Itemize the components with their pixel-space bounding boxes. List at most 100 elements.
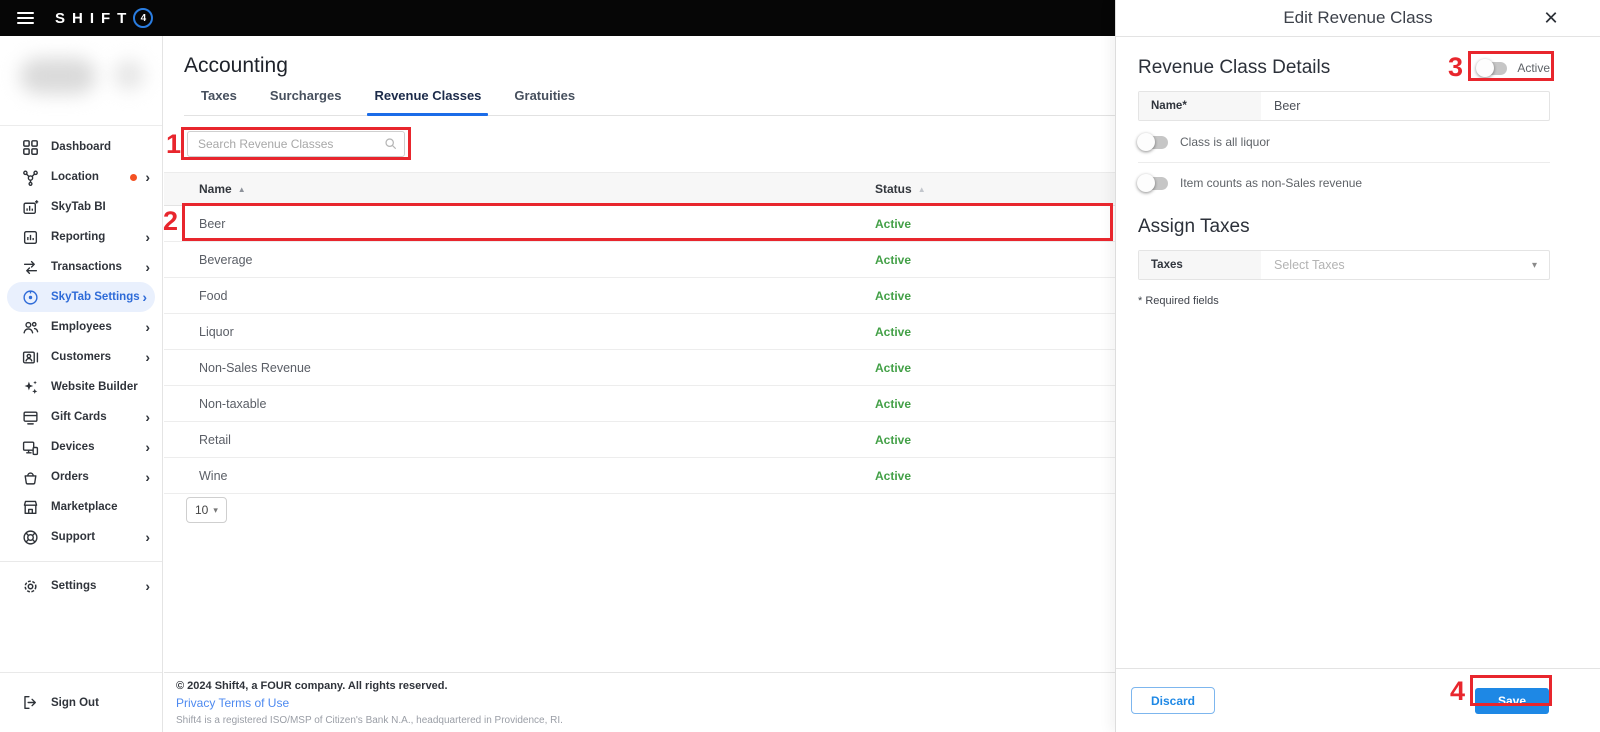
table-header-row: Name ▲ Status ▲ bbox=[164, 172, 1115, 206]
dashboard-icon bbox=[22, 139, 39, 156]
sidebar-item-orders[interactable]: Orders › bbox=[0, 462, 162, 492]
revenue-classes-table: Name ▲ Status ▲ Beer Active Beverage Active… bbox=[164, 172, 1115, 494]
privacy-terms-link[interactable]: Privacy Terms of Use bbox=[176, 696, 289, 710]
sidebar-item-skytab-settings[interactable]: SkyTab Settings › bbox=[7, 282, 155, 312]
non-sales-toggle-row: Item counts as non-Sales revenue bbox=[1137, 174, 1550, 192]
status-badge: Active bbox=[875, 468, 912, 483]
discard-button[interactable]: Discard bbox=[1131, 687, 1215, 714]
name-field-input[interactable] bbox=[1261, 92, 1549, 120]
sidebar-item-label: Transactions bbox=[51, 261, 122, 273]
sign-out-icon bbox=[22, 694, 39, 711]
sidebar-item-skytab-bi[interactable]: SkyTab BI bbox=[0, 192, 162, 222]
sidebar-item-sign-out[interactable]: Sign Out bbox=[0, 672, 162, 732]
website-builder-icon bbox=[22, 379, 39, 396]
sidebar-item-support[interactable]: Support › bbox=[0, 522, 162, 552]
active-toggle[interactable] bbox=[1476, 59, 1508, 77]
sidebar-item-location[interactable]: Location › bbox=[0, 162, 162, 192]
close-icon[interactable]: × bbox=[1544, 6, 1558, 30]
column-header-name-label: Name bbox=[199, 182, 232, 196]
sidebar-item-transactions[interactable]: Transactions › bbox=[0, 252, 162, 282]
cell-name: Retail bbox=[199, 432, 231, 447]
sidebar-item-website-builder[interactable]: Website Builder bbox=[0, 372, 162, 402]
class-is-all-liquor-toggle[interactable] bbox=[1137, 133, 1168, 151]
chevron-down-icon: ▾ bbox=[1531, 259, 1537, 271]
sidebar-item-label: Settings bbox=[51, 580, 97, 592]
page-size-select[interactable]: 10 ▾ bbox=[186, 497, 227, 523]
table-row-non-taxable[interactable]: Non-taxable Active bbox=[164, 386, 1115, 422]
status-badge: Active bbox=[875, 360, 912, 375]
hamburger-menu-icon[interactable] bbox=[17, 9, 34, 27]
page-title: Accounting bbox=[184, 54, 288, 77]
copyright-text: © 2024 Shift4, a FOUR company. All right… bbox=[176, 680, 448, 692]
sidebar-item-devices[interactable]: Devices › bbox=[0, 432, 162, 462]
column-header-status-label: Status bbox=[875, 182, 912, 196]
table-row-wine[interactable]: Wine Active bbox=[164, 458, 1115, 494]
required-fields-note: * Required fields bbox=[1138, 295, 1219, 307]
sidebar-item-dashboard[interactable]: Dashboard bbox=[0, 132, 162, 162]
table-row-liquor[interactable]: Liquor Active bbox=[164, 314, 1115, 350]
tab-surcharges[interactable]: Surcharges bbox=[270, 88, 342, 115]
merchant-profile-area bbox=[0, 36, 162, 126]
sidebar-item-employees[interactable]: Employees › bbox=[0, 312, 162, 342]
tab-taxes[interactable]: Taxes bbox=[201, 88, 237, 115]
sidebar-item-label: Website Builder bbox=[51, 381, 138, 393]
sidebar-item-label: Employees bbox=[51, 321, 112, 333]
active-toggle-label: Active bbox=[1517, 61, 1550, 75]
chevron-right-icon: › bbox=[145, 409, 150, 425]
liquor-toggle-row: Class is all liquor bbox=[1137, 133, 1550, 151]
chevron-right-icon: › bbox=[145, 349, 150, 365]
name-field-label: Name* bbox=[1139, 92, 1261, 120]
cell-name: Beverage bbox=[199, 252, 253, 267]
settings-icon bbox=[22, 578, 39, 595]
page-size-value: 10 bbox=[195, 503, 209, 517]
column-header-status[interactable]: Status ▲ bbox=[875, 182, 1115, 196]
sidebar-item-marketplace[interactable]: Marketplace bbox=[0, 492, 162, 522]
transactions-icon bbox=[22, 259, 39, 276]
chevron-right-icon: › bbox=[145, 439, 150, 455]
non-sales-toggle-label: Item counts as non-Sales revenue bbox=[1180, 176, 1363, 190]
redacted-avatar bbox=[114, 60, 144, 90]
non-sales-revenue-toggle[interactable] bbox=[1137, 174, 1168, 192]
taxes-field-label: Taxes bbox=[1139, 251, 1261, 279]
tab-revenue-classes[interactable]: Revenue Classes bbox=[367, 88, 489, 116]
table-row-food[interactable]: Food Active bbox=[164, 278, 1115, 314]
column-header-name[interactable]: Name ▲ bbox=[164, 182, 875, 196]
table-row-beer[interactable]: Beer Active bbox=[164, 206, 1115, 242]
redacted-merchant-name bbox=[20, 58, 96, 94]
taxes-select-placeholder: Select Taxes bbox=[1274, 258, 1345, 272]
sort-asc-icon: ▲ bbox=[917, 184, 926, 194]
taxes-select[interactable]: Select Taxes ▾ bbox=[1261, 251, 1549, 279]
devices-icon bbox=[22, 439, 39, 456]
sidebar-item-settings[interactable]: Settings › bbox=[0, 571, 162, 601]
cell-name: Beer bbox=[199, 216, 226, 231]
chevron-right-icon: › bbox=[145, 319, 150, 335]
brand-badge-4: 4 bbox=[133, 8, 154, 28]
toggle-knob bbox=[1137, 174, 1155, 192]
divider bbox=[1138, 162, 1550, 163]
sidebar-item-reporting[interactable]: Reporting › bbox=[0, 222, 162, 252]
sidebar-item-customers[interactable]: Customers › bbox=[0, 342, 162, 372]
chevron-right-icon: › bbox=[145, 259, 150, 275]
chevron-right-icon: › bbox=[145, 529, 150, 545]
status-badge: Active bbox=[875, 288, 912, 303]
sign-out-label: Sign Out bbox=[51, 696, 99, 709]
chevron-right-icon: › bbox=[145, 469, 150, 485]
tab-gratuities[interactable]: Gratuities bbox=[514, 88, 575, 115]
section-heading-assign-taxes: Assign Taxes bbox=[1138, 216, 1250, 237]
divider bbox=[0, 561, 162, 562]
sidebar-item-label: Customers bbox=[51, 351, 112, 363]
gift-cards-icon bbox=[22, 409, 39, 426]
chevron-right-icon: › bbox=[145, 578, 150, 594]
active-toggle-group: Active bbox=[1476, 59, 1550, 77]
save-button[interactable]: Save bbox=[1475, 687, 1549, 714]
sidebar-item-gift-cards[interactable]: Gift Cards › bbox=[0, 402, 162, 432]
table-row-beverage[interactable]: Beverage Active bbox=[164, 242, 1115, 278]
sort-asc-icon: ▲ bbox=[237, 184, 246, 194]
sidebar-item-label: Dashboard bbox=[51, 141, 112, 153]
top-bar: SHIFT 4 bbox=[0, 0, 1115, 36]
table-row-non-sales-revenue[interactable]: Non-Sales Revenue Active bbox=[164, 350, 1115, 386]
status-badge: Active bbox=[875, 324, 912, 339]
search-input[interactable] bbox=[187, 131, 405, 157]
table-row-retail[interactable]: Retail Active bbox=[164, 422, 1115, 458]
cell-name: Non-Sales Revenue bbox=[199, 360, 311, 375]
